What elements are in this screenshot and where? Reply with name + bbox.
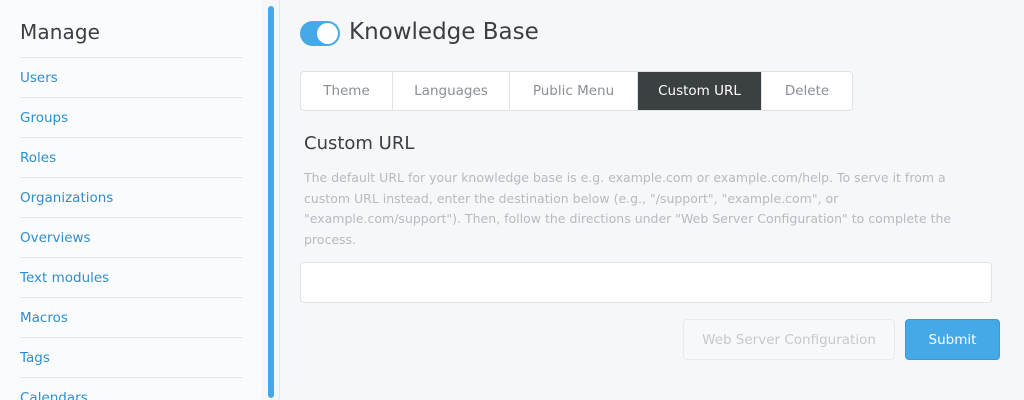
tab-delete[interactable]: Delete xyxy=(762,72,852,110)
sidebar-nav: Users Groups Roles Organizations Overvie… xyxy=(20,57,243,400)
section-description: The default URL for your knowledge base … xyxy=(304,170,952,247)
knowledge-base-toggle[interactable] xyxy=(300,21,340,46)
sidebar-item-calendars[interactable]: Calendars xyxy=(20,378,243,400)
submit-button[interactable]: Submit xyxy=(905,319,1000,360)
sidebar-item-users[interactable]: Users xyxy=(20,58,243,98)
tab-custom-url[interactable]: Custom URL xyxy=(638,72,762,110)
sidebar-item-overviews[interactable]: Overviews xyxy=(20,218,243,258)
sidebar-item-text-modules[interactable]: Text modules xyxy=(20,258,243,298)
sidebar-item-roles[interactable]: Roles xyxy=(20,138,243,178)
tab-languages[interactable]: Languages xyxy=(393,72,510,110)
sidebar-item-groups[interactable]: Groups xyxy=(20,98,243,138)
tab-theme[interactable]: Theme xyxy=(301,72,393,110)
sidebar-scrollbar[interactable] xyxy=(262,0,280,400)
web-server-configuration-button[interactable]: Web Server Configuration xyxy=(683,319,895,360)
tab-bar: Theme Languages Public Menu Custom URL D… xyxy=(300,71,853,111)
sidebar-item-macros[interactable]: Macros xyxy=(20,298,243,338)
main-content: Knowledge Base Theme Languages Public Me… xyxy=(280,0,1024,400)
custom-url-input[interactable] xyxy=(300,262,992,303)
toggle-knob xyxy=(317,23,338,44)
tab-public-menu[interactable]: Public Menu xyxy=(510,72,638,110)
sidebar-item-organizations[interactable]: Organizations xyxy=(20,178,243,218)
sidebar-item-tags[interactable]: Tags xyxy=(20,338,243,378)
scrollbar-thumb[interactable] xyxy=(268,6,274,398)
sidebar: Manage Users Groups Roles Organizations … xyxy=(0,0,262,400)
section-title: Custom URL xyxy=(304,133,415,154)
page-title: Knowledge Base xyxy=(349,19,539,45)
sidebar-title: Manage xyxy=(20,20,101,44)
